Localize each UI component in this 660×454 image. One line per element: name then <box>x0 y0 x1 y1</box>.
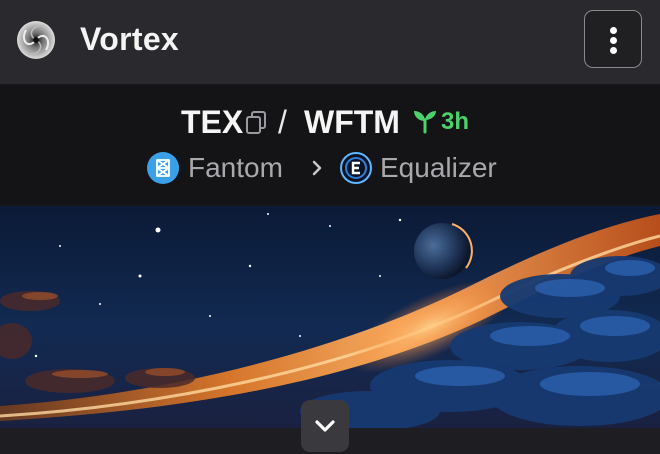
chevron-right-icon <box>312 160 322 176</box>
fantom-chain-icon <box>147 152 179 184</box>
top-bar: Vortex <box>0 0 660 84</box>
equalizer-dex-icon <box>340 152 372 184</box>
more-vertical-icon-dot <box>610 37 617 44</box>
sprout-icon <box>414 111 436 134</box>
chain-row: Fantom Equalizer <box>0 148 660 188</box>
token-title: Vortex <box>80 21 180 57</box>
more-vertical-icon-dot <box>610 47 617 54</box>
chevron-down-icon <box>315 420 335 432</box>
pair-age: 3h <box>441 108 470 135</box>
copy-icon[interactable] <box>244 110 268 136</box>
more-menu-button[interactable] <box>584 10 642 68</box>
dex-link[interactable]: Equalizer <box>380 152 497 184</box>
pair-separator: / <box>278 104 287 140</box>
chain-link[interactable]: Fantom <box>188 152 283 184</box>
pair-info-bar: TEX / WFTM 3h Fantom Equalizer <box>0 86 660 204</box>
token-banner-image <box>0 206 660 428</box>
pair-row: TEX / WFTM 3h <box>0 100 660 144</box>
quote-token-symbol: WFTM <box>304 104 400 140</box>
expand-button[interactable] <box>301 400 349 452</box>
vortex-logo-icon <box>17 21 55 59</box>
more-vertical-icon <box>610 27 617 34</box>
base-token-symbol: TEX <box>181 104 244 140</box>
space-banner-image <box>0 206 660 428</box>
